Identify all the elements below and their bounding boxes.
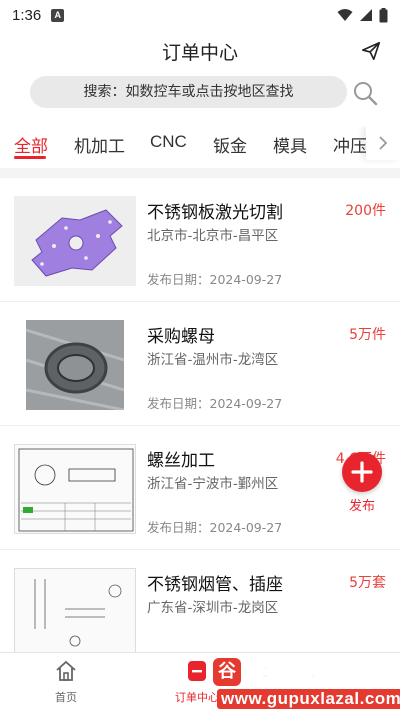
order-title: 不锈钢烟管、插座 bbox=[147, 575, 283, 595]
tabs-more-button[interactable] bbox=[366, 126, 400, 160]
pipe-drawing-image bbox=[34, 579, 122, 647]
order-thumbnail bbox=[14, 568, 136, 658]
order-location: 北京市-北京市-昌平区 bbox=[147, 228, 279, 244]
order-date: 发布日期：2024-09-27 bbox=[147, 272, 283, 287]
order-quantity: 5万套 bbox=[349, 575, 386, 591]
tab-sheet-metal[interactable]: 钣金 bbox=[213, 132, 247, 157]
order-thumbnail bbox=[14, 196, 136, 286]
order-item[interactable]: 螺丝加工 4.6万件 浙江省-宁波市-鄞州区 发布日期：2024-09-27 bbox=[0, 426, 400, 550]
metal-plate-image bbox=[31, 209, 123, 277]
category-tabs: 全部 机加工 CNC 钣金 模具 冲压 bbox=[0, 126, 400, 166]
watermark-badge: 谷 bbox=[213, 658, 241, 686]
publish-label[interactable]: 发布 bbox=[342, 495, 382, 514]
active-tab-indicator bbox=[14, 156, 46, 159]
watermark-url: www.gupuxlazal.com bbox=[217, 689, 400, 709]
battery-icon bbox=[379, 7, 388, 22]
tab-stamping[interactable]: 冲压 bbox=[333, 132, 367, 157]
plus-icon bbox=[351, 461, 373, 483]
wifi-icon bbox=[337, 9, 353, 21]
send-icon[interactable] bbox=[360, 40, 382, 62]
order-item[interactable]: 不锈钢板激光切割 200件 北京市-北京市-昌平区 发布日期：2024-09-2… bbox=[0, 178, 400, 302]
order-title: 螺丝加工 bbox=[147, 451, 215, 471]
order-quantity: 5万件 bbox=[349, 327, 386, 343]
order-location: 浙江省-温州市-龙湾区 bbox=[147, 352, 279, 368]
watermark-logo: 谷 谷普软件园 www.gupuxlazal.com bbox=[213, 658, 400, 709]
app-bar: 订单中心 bbox=[0, 30, 400, 70]
order-thumbnail bbox=[14, 444, 136, 534]
signal-icon bbox=[360, 9, 372, 21]
screw-drawing-image bbox=[18, 448, 134, 532]
tab-cnc[interactable]: CNC bbox=[150, 132, 187, 152]
order-location: 浙江省-宁波市-鄞州区 bbox=[147, 476, 279, 492]
tab-mold[interactable]: 模具 bbox=[273, 132, 307, 157]
search-icon[interactable] bbox=[352, 80, 378, 106]
status-bar: 1:36 A bbox=[0, 0, 400, 30]
order-quantity: 200件 bbox=[345, 203, 386, 219]
order-item[interactable]: 采购螺母 5万件 浙江省-温州市-龙湾区 发布日期：2024-09-27 bbox=[0, 302, 400, 426]
tab-all[interactable]: 全部 bbox=[14, 132, 48, 157]
order-title: 不锈钢板激光切割 bbox=[147, 203, 283, 223]
section-divider bbox=[0, 168, 400, 178]
tab-machining[interactable]: 机加工 bbox=[74, 132, 125, 157]
status-time: 1:36 bbox=[12, 6, 42, 24]
hex-nut-image bbox=[26, 320, 124, 410]
nav-home-label: 首页 bbox=[55, 691, 77, 704]
search-input[interactable]: 搜索：如数控车或点击按地区查找 bbox=[30, 76, 347, 108]
order-location: 广东省-深圳市-龙岗区 bbox=[147, 600, 279, 616]
search-row: 搜索：如数控车或点击按地区查找 bbox=[0, 76, 400, 110]
chevron-right-icon bbox=[379, 136, 388, 150]
notification-icon: A bbox=[51, 8, 65, 22]
watermark-name: 谷普软件园 bbox=[245, 660, 375, 689]
orders-icon bbox=[188, 661, 206, 681]
home-icon bbox=[56, 660, 76, 681]
order-date: 发布日期：2024-09-27 bbox=[147, 520, 283, 535]
order-date: 发布日期：2024-09-27 bbox=[147, 396, 283, 411]
order-title: 采购螺母 bbox=[147, 327, 215, 347]
order-thumbnail bbox=[26, 320, 124, 410]
nav-home[interactable]: 首页 bbox=[26, 659, 106, 705]
page-title: 订单中心 bbox=[161, 42, 238, 64]
publish-button[interactable] bbox=[342, 452, 382, 492]
